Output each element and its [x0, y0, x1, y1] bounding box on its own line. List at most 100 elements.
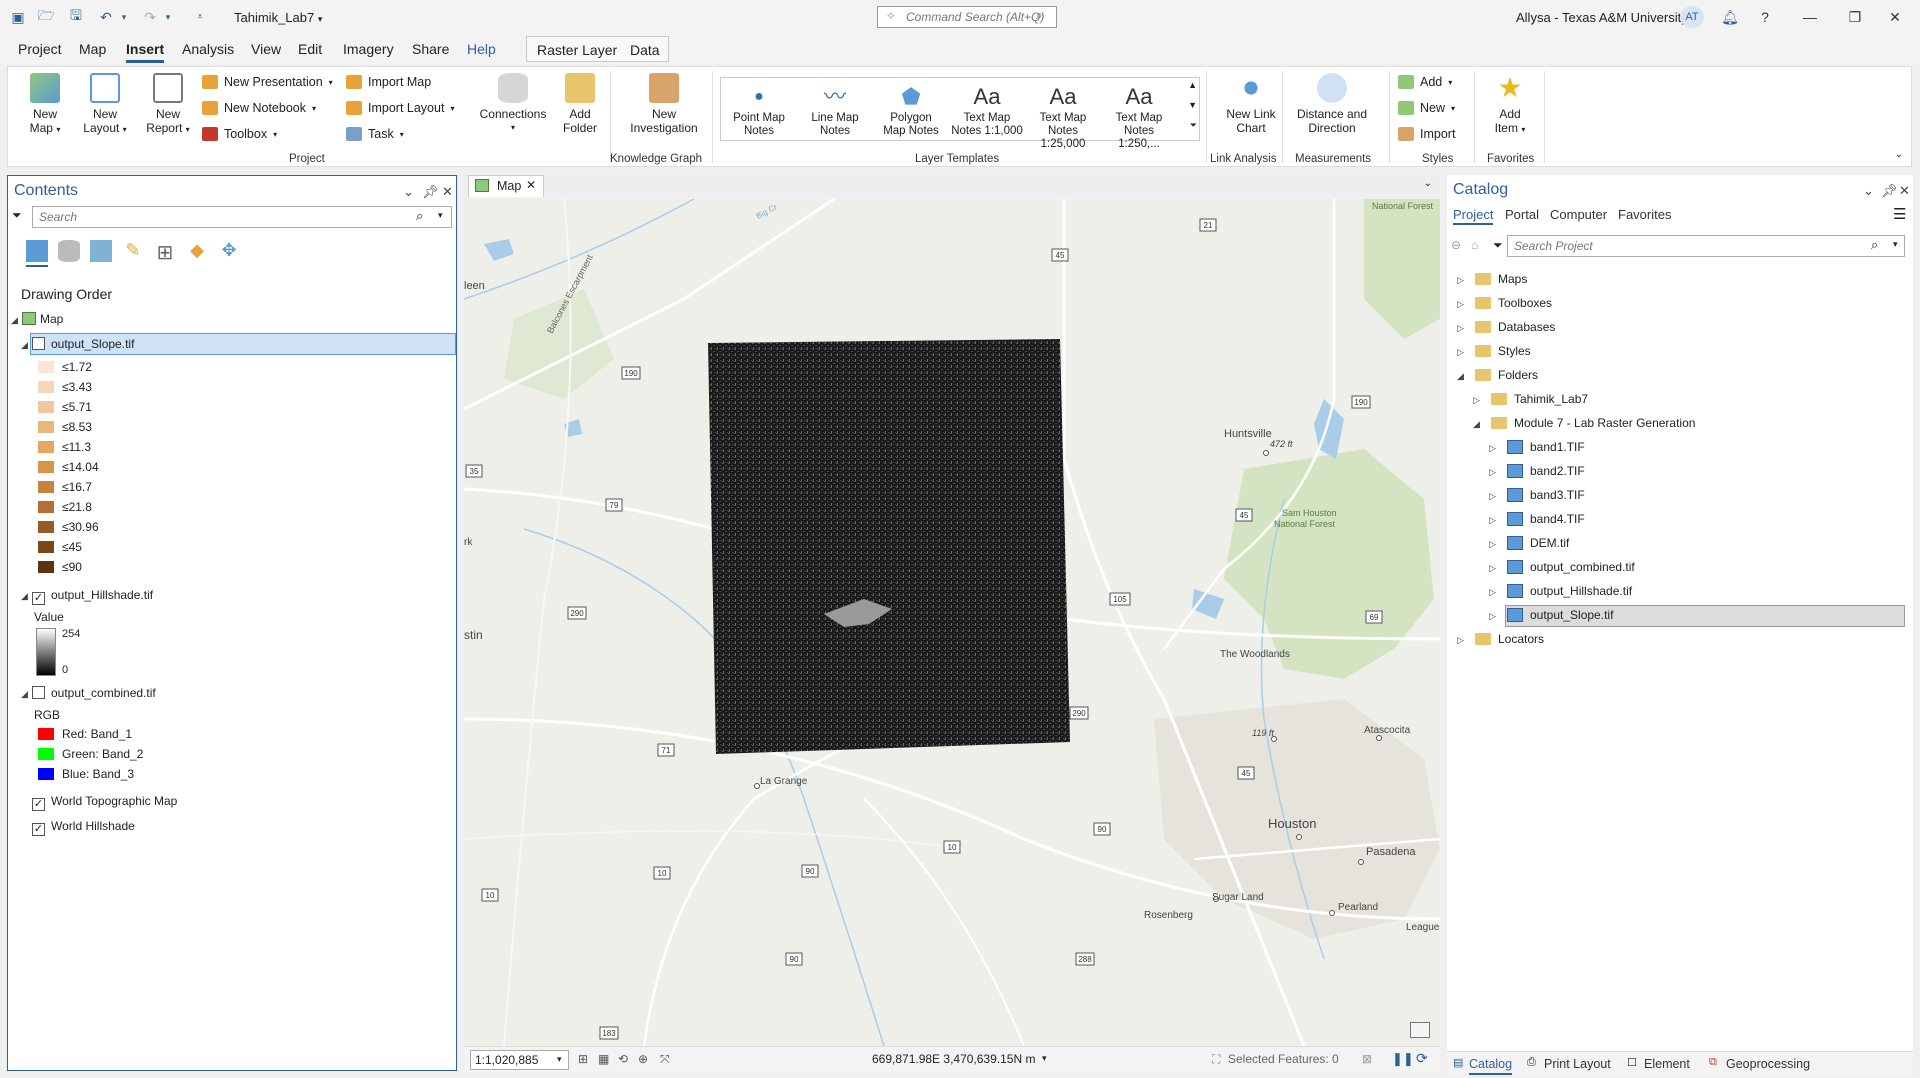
template-point-map-notes[interactable]: ● Point Map Notes: [723, 82, 795, 138]
expand-icon[interactable]: ▷: [1473, 395, 1480, 406]
layer-visibility-checkbox[interactable]: ✓: [32, 592, 45, 605]
list-by-perspective-icon[interactable]: ✥: [218, 240, 240, 262]
catalog-tab-project[interactable]: Project: [1453, 207, 1494, 225]
expand-icon[interactable]: ▷: [1489, 587, 1496, 598]
restore-button[interactable]: ❐: [1840, 6, 1870, 28]
expand-icon[interactable]: ▷: [1489, 539, 1496, 550]
template-polygon-map-notes[interactable]: ⬟ Polygon Map Notes: [875, 82, 947, 138]
close-window-button[interactable]: ✕: [1880, 6, 1910, 28]
undo-dropdown-icon[interactable]: ▾: [118, 8, 130, 26]
pause-drawing-icon[interactable]: ❚❚: [1392, 1051, 1414, 1067]
notifications-icon[interactable]: 🔔︎: [1715, 6, 1745, 28]
catalog-item[interactable]: Maps: [1475, 272, 1527, 286]
tab-list-icon[interactable]: ⌄: [1424, 178, 1432, 189]
search-icon[interactable]: ⌕: [1036, 8, 1043, 23]
catalog-item[interactable]: band1.TIF: [1507, 440, 1585, 454]
collapse-icon[interactable]: ◢: [21, 689, 28, 700]
close-icon[interactable]: ✕: [1899, 183, 1910, 199]
expand-icon[interactable]: ▷: [1489, 563, 1496, 574]
pane-options-icon[interactable]: ⌄: [1863, 183, 1874, 199]
collapse-icon[interactable]: ◢: [1457, 371, 1464, 382]
expand-icon[interactable]: ▷: [1457, 323, 1464, 334]
tab-imagery[interactable]: Imagery: [343, 41, 394, 57]
catalog-tab-favorites[interactable]: Favorites: [1618, 207, 1671, 222]
map-item[interactable]: Map: [22, 312, 63, 326]
pin-icon[interactable]: 📌︎: [422, 184, 439, 200]
catalog-item[interactable]: band4.TIF: [1507, 512, 1585, 526]
chevron-down-icon[interactable]: ▾: [1893, 239, 1898, 250]
add-folder-button[interactable]: Add Folder: [554, 73, 606, 135]
new-map-button[interactable]: New Map ▾: [22, 73, 68, 137]
layer-slope[interactable]: output_Slope.tif: [32, 337, 134, 351]
customize-toolbar-icon[interactable]: ⩡: [190, 8, 210, 26]
home-icon[interactable]: ⌂: [1471, 238, 1478, 252]
new-link-chart-button[interactable]: New Link Chart: [1214, 73, 1288, 135]
expand-icon[interactable]: ▷: [1489, 443, 1496, 454]
layer-world-hillshade[interactable]: ✓ World Hillshade: [32, 819, 135, 836]
expand-icon[interactable]: ▷: [1457, 299, 1464, 310]
tab-data[interactable]: Data: [630, 42, 660, 58]
template-line-map-notes[interactable]: 〰 Line Map Notes: [799, 82, 871, 138]
collapse-icon[interactable]: ◢: [1473, 419, 1480, 430]
bottom-tab-print-layout[interactable]: Print Layout: [1544, 1057, 1611, 1071]
layer-visibility-checkbox[interactable]: [32, 337, 45, 350]
catalog-item[interactable]: Folders: [1475, 368, 1538, 382]
snapping-icon[interactable]: ⊕: [638, 1052, 648, 1066]
template-text-map-notes-25000[interactable]: Aa Text Map Notes 1:25,000: [1027, 82, 1099, 151]
bottom-tab-geoprocessing[interactable]: Geoprocessing: [1726, 1057, 1810, 1071]
layer-combined[interactable]: output_combined.tif: [32, 686, 156, 700]
list-by-selection-icon[interactable]: [90, 240, 112, 262]
redo-icon[interactable]: ↷: [140, 8, 160, 26]
layer-hillshade[interactable]: ✓ output_Hillshade.tif: [32, 588, 153, 605]
list-by-labeling-icon[interactable]: ◆: [186, 240, 208, 262]
collapse-icon[interactable]: ◢: [21, 591, 28, 602]
bottom-tab-catalog[interactable]: Catalog: [1469, 1057, 1513, 1075]
connections-button[interactable]: Connections ▾: [474, 73, 552, 135]
gallery-expand-icon[interactable]: ⏷: [1190, 120, 1197, 131]
task-button[interactable]: Task ▾: [346, 127, 404, 141]
collapse-ribbon-icon[interactable]: ⌄: [1895, 149, 1903, 160]
catalog-item[interactable]: Tahimik_Lab7: [1491, 392, 1588, 406]
catalog-item[interactable]: output_Hillshade.tif: [1507, 584, 1632, 598]
avatar[interactable]: AT: [1680, 6, 1704, 28]
layer-visibility-checkbox[interactable]: ✓: [32, 798, 45, 811]
layer-visibility-checkbox[interactable]: [32, 686, 45, 699]
minimize-button[interactable]: —: [1795, 6, 1825, 28]
catalog-item[interactable]: Databases: [1475, 320, 1555, 334]
map-view[interactable]: 21 45 190 190 35 79 45 105 290 69 290 71…: [464, 199, 1440, 1046]
search-icon[interactable]: ⌕: [1871, 237, 1878, 253]
catalog-search-input[interactable]: Search Project: [1507, 235, 1905, 257]
back-icon[interactable]: ⊖: [1451, 238, 1461, 252]
distance-direction-button[interactable]: Distance and Direction: [1290, 73, 1374, 135]
search-icon[interactable]: ⌕: [416, 208, 423, 224]
tab-project[interactable]: Project: [18, 41, 62, 57]
list-by-editing-icon[interactable]: ✎: [122, 240, 144, 262]
tab-raster-layer[interactable]: Raster Layer: [537, 42, 617, 58]
import-layout-button[interactable]: Import Layout ▾: [346, 101, 454, 115]
template-text-map-notes-250000[interactable]: Aa Text Map Notes 1:250,...: [1103, 82, 1175, 151]
fixed-scale-icon[interactable]: ⊞: [578, 1052, 588, 1066]
pane-options-icon[interactable]: ⌄: [403, 184, 414, 200]
catalog-item[interactable]: Locators: [1475, 632, 1544, 646]
project-name-menu[interactable]: Tahimik_Lab7 ▾: [234, 10, 322, 25]
map-navigator-icon[interactable]: [1410, 1022, 1430, 1038]
chevron-down-icon[interactable]: ▾: [557, 1054, 562, 1065]
clear-selection-icon[interactable]: ⊠: [1362, 1052, 1372, 1066]
expand-icon[interactable]: ▷: [1489, 467, 1496, 478]
new-presentation-button[interactable]: New Presentation ▾: [202, 75, 333, 89]
new-investigation-button[interactable]: New Investigation: [620, 73, 708, 135]
tab-share[interactable]: Share: [412, 41, 449, 57]
style-add-button[interactable]: Add ▾: [1398, 75, 1452, 89]
contents-search-input[interactable]: Search: [32, 206, 452, 228]
bottom-tab-element[interactable]: Element: [1644, 1057, 1690, 1071]
layer-world-topo[interactable]: ✓ World Topographic Map: [32, 794, 177, 811]
grid-icon[interactable]: ▦: [598, 1052, 609, 1066]
template-text-map-notes-1000[interactable]: Aa Text Map Notes 1:1,000: [951, 82, 1023, 138]
new-report-button[interactable]: New Report ▾: [142, 73, 194, 137]
gallery-scroll-up-icon[interactable]: ▲: [1188, 80, 1197, 90]
list-by-source-icon[interactable]: [58, 240, 80, 262]
command-search-input[interactable]: Command Search (Alt+Q): [877, 6, 1057, 28]
new-layout-button[interactable]: New Layout ▾: [78, 73, 132, 137]
tab-help[interactable]: Help: [467, 41, 496, 57]
filter-icon[interactable]: ⏷: [12, 208, 22, 223]
